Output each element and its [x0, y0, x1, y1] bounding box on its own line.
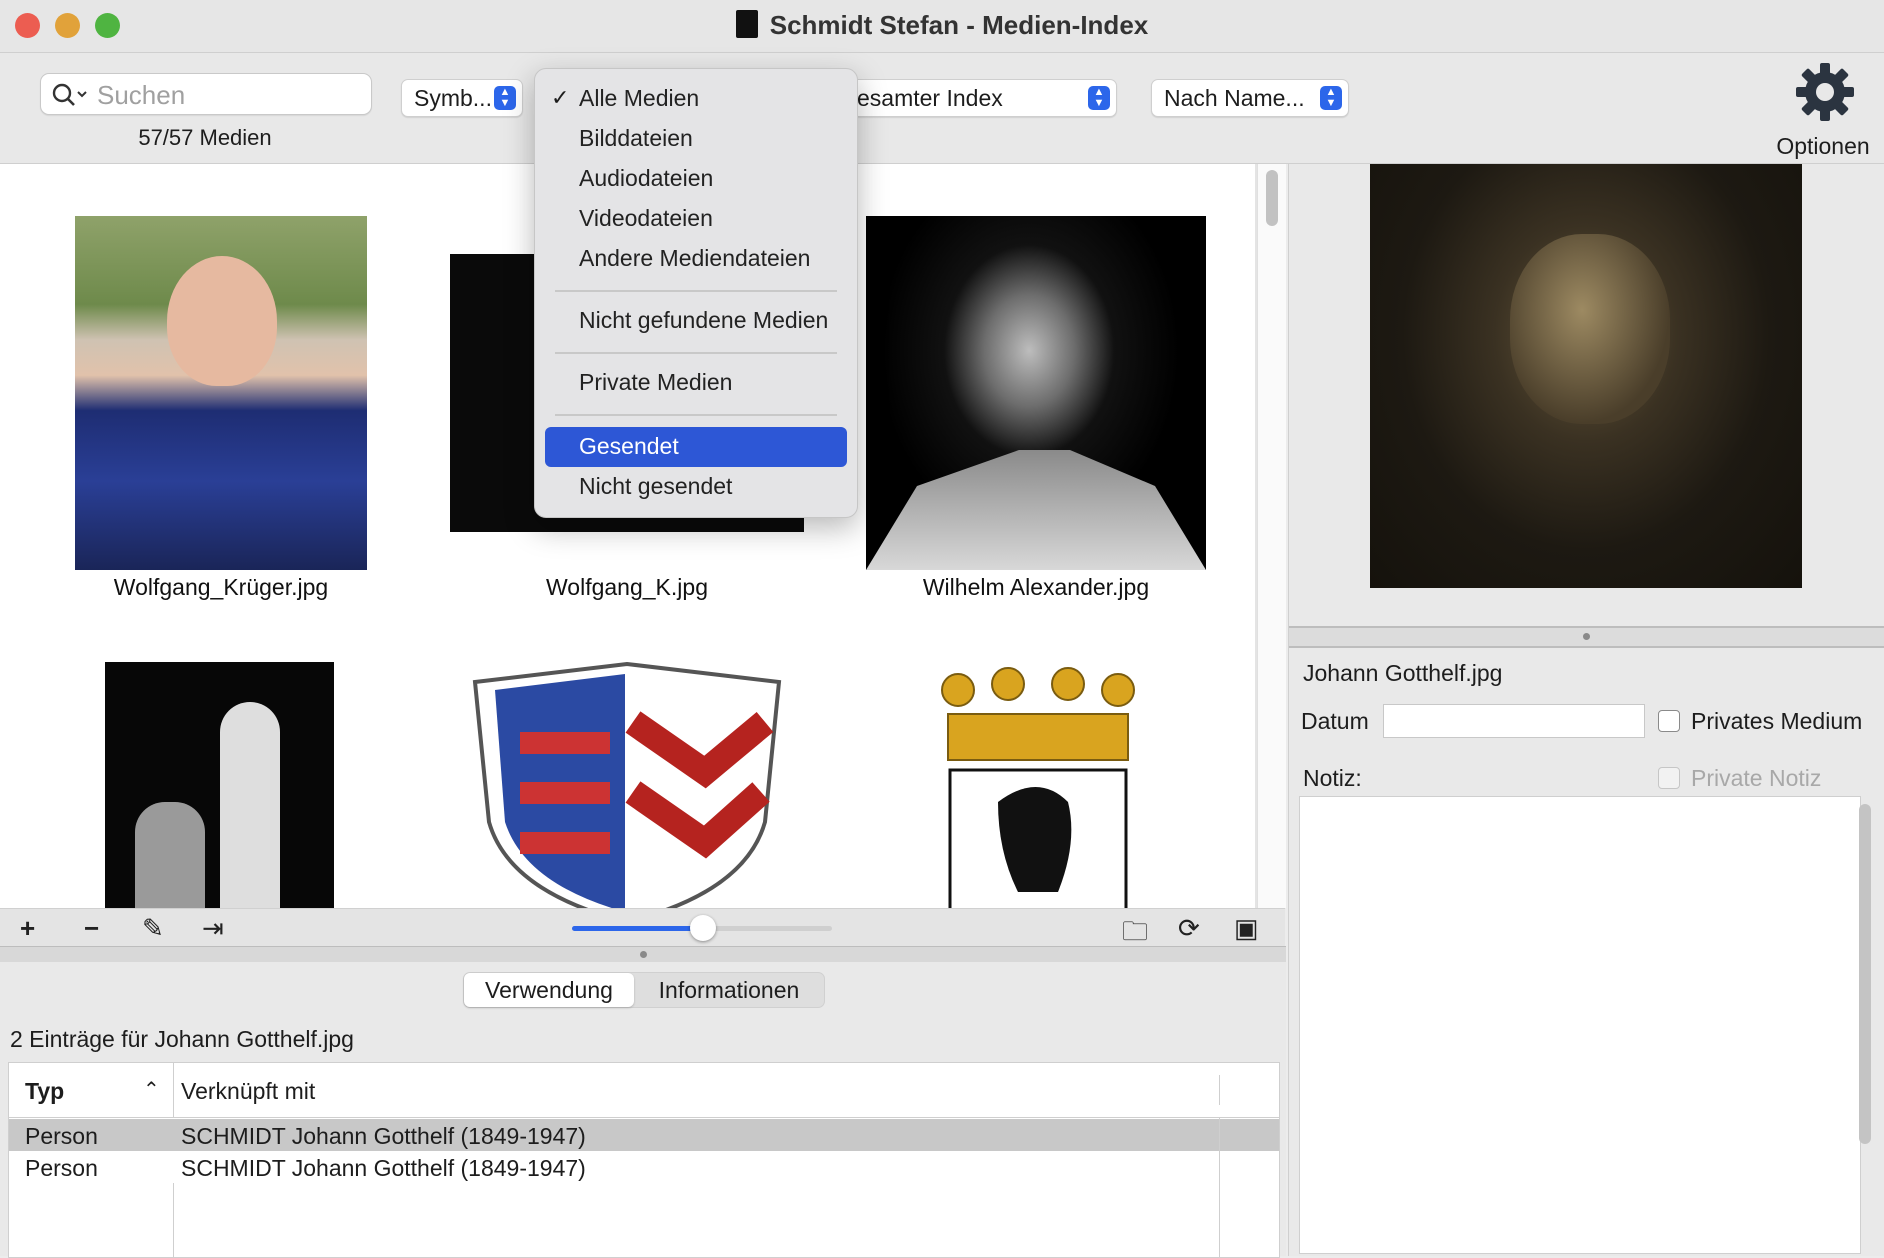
- sort-ascending-icon[interactable]: ⌃: [143, 1077, 160, 1102]
- search-icon: [52, 83, 87, 106]
- toolbar: 57/57 Medien Symb... ▲▼ esamter Index ▲▼…: [0, 53, 1884, 164]
- title-bar: Schmidt Stefan - Medien-Index: [0, 0, 1884, 53]
- preview-face: [1510, 234, 1670, 424]
- view-mode-label: Symb...: [414, 85, 492, 111]
- menu-separator: [555, 352, 837, 354]
- checkmark-icon: ✓: [551, 85, 570, 110]
- refresh-icon[interactable]: ⟳: [1178, 913, 1200, 944]
- remove-icon[interactable]: −: [84, 913, 99, 944]
- menu-item-nicht-gesendet[interactable]: Nicht gesendet: [579, 473, 732, 500]
- detail-splitter[interactable]: [1289, 626, 1884, 648]
- row-linked: SCHMIDT Johann Gotthelf (1849-1947): [181, 1123, 586, 1149]
- options-button[interactable]: Optionen: [1768, 61, 1878, 161]
- menu-item-alle-medien[interactable]: Alle Medien: [579, 85, 699, 112]
- window-title: Schmidt Stefan - Medien-Index: [0, 10, 1884, 41]
- column-divider: [1219, 1075, 1220, 1105]
- row-type: Person: [25, 1155, 98, 1181]
- scope-popup[interactable]: esamter Index ▲ ▼: [820, 79, 1117, 117]
- menu-separator: [555, 414, 837, 416]
- media-thumbnail[interactable]: [928, 662, 1148, 908]
- merge-icon[interactable]: ⇥: [202, 913, 224, 944]
- lower-tabs: Verwendung Informationen: [463, 972, 825, 1008]
- search-field[interactable]: [40, 73, 372, 115]
- splitter-handle: [1583, 633, 1590, 640]
- edit-pencil-icon[interactable]: ✎: [142, 913, 164, 944]
- media-caption: Wolfgang_K.jpg: [546, 574, 708, 600]
- menu-item-andere-mediendateien[interactable]: Andere Mediendateien: [579, 245, 810, 272]
- options-label: Optionen: [1776, 133, 1870, 159]
- menu-item-bilddateien[interactable]: Bilddateien: [579, 125, 693, 152]
- menu-item-private-medien[interactable]: Private Medien: [579, 369, 732, 396]
- menu-separator: [555, 290, 837, 292]
- private-medium-checkbox[interactable]: [1658, 710, 1680, 732]
- sort-popup[interactable]: Nach Name... ▲ ▼: [1151, 79, 1349, 117]
- note-textarea[interactable]: [1299, 796, 1861, 1254]
- slider-fill: [572, 926, 702, 931]
- save-disk-icon[interactable]: ▣: [1234, 913, 1259, 944]
- view-mode-popup[interactable]: Symb... ▲ ▼: [401, 79, 523, 117]
- note-scrollbar[interactable]: [1859, 804, 1871, 1144]
- media-count: 57/57 Medien: [138, 125, 272, 150]
- scope-label: esamter Index: [857, 85, 1003, 111]
- column-divider: [173, 1063, 174, 1117]
- portrait-shirt: [866, 450, 1206, 570]
- private-medium-label: Privates Medium: [1691, 708, 1863, 734]
- figure-standing: [220, 702, 280, 908]
- media-preview: [1370, 164, 1802, 588]
- sort-label: Nach Name...: [1164, 85, 1305, 111]
- media-thumbnail[interactable]: [866, 216, 1206, 570]
- figure-sitting: [135, 802, 205, 908]
- usage-table: Typ ⌃ Verknüpft mit Person SCHMIDT Johan…: [8, 1062, 1280, 1258]
- column-header-linked[interactable]: Verknüpft mit: [181, 1078, 315, 1105]
- table-row[interactable]: Person SCHMIDT Johann Gotthelf (1849-194…: [9, 1151, 1279, 1183]
- scrollbar-thumb[interactable]: [1266, 170, 1278, 226]
- menu-item-videodateien[interactable]: Videodateien: [579, 205, 713, 232]
- note-label: Notiz:: [1303, 765, 1362, 791]
- chevron-updown-icon: ▲ ▼: [1088, 86, 1110, 110]
- window-title-text: Schmidt Stefan - Medien-Index: [769, 10, 1149, 40]
- portrait-face: [167, 256, 277, 386]
- document-icon: [735, 10, 758, 38]
- grid-toolbar: + − ✎ ⇥ 🗀 ⟳ ▣: [0, 908, 1285, 947]
- slider-knob[interactable]: [690, 915, 716, 941]
- menu-item-gesendet[interactable]: Gesendet: [579, 433, 679, 460]
- private-note-label: Private Notiz: [1691, 765, 1822, 791]
- filter-menu: ✓ Alle Medien Bilddateien Audiodateien V…: [534, 68, 858, 518]
- row-linked: SCHMIDT Johann Gotthelf (1849-1947): [181, 1155, 586, 1181]
- grid-scrollbar[interactable]: [1257, 164, 1286, 908]
- chevron-updown-icon: ▲ ▼: [1320, 86, 1342, 110]
- chevron-updown-icon: ▲ ▼: [494, 86, 516, 110]
- column-divider: [173, 1183, 174, 1257]
- thumb-size-slider[interactable]: [572, 915, 832, 941]
- menu-item-nicht-gefundene-medien[interactable]: Nicht gefundene Medien: [579, 307, 828, 334]
- media-caption: Wilhelm Alexander.jpg: [922, 574, 1150, 600]
- date-label: Datum: [1301, 708, 1369, 734]
- detail-filename: Johann Gotthelf.jpg: [1303, 660, 1503, 686]
- menu-item-audiodateien[interactable]: Audiodateien: [579, 165, 713, 192]
- detail-pane: Johann Gotthelf.jpg Datum Privates Mediu…: [1288, 164, 1884, 1256]
- gear-icon: [1796, 63, 1854, 121]
- tab-verwendung[interactable]: Verwendung: [464, 973, 634, 1007]
- splitter-handle: [640, 951, 647, 958]
- column-divider: [1219, 1117, 1220, 1257]
- media-thumbnail[interactable]: [465, 662, 789, 908]
- private-note-checkbox[interactable]: [1658, 767, 1680, 789]
- media-thumbnail[interactable]: [75, 216, 367, 570]
- table-header: Typ ⌃ Verknüpft mit: [9, 1063, 1279, 1118]
- column-header-typ[interactable]: Typ: [25, 1078, 64, 1105]
- media-caption: Wolfgang_Krüger.jpg: [113, 574, 329, 600]
- media-thumbnail[interactable]: [105, 662, 334, 908]
- usage-summary: 2 Einträge für Johann Gotthelf.jpg: [10, 1026, 354, 1052]
- search-input[interactable]: [95, 80, 359, 110]
- table-row[interactable]: Person SCHMIDT Johann Gotthelf (1849-194…: [9, 1119, 1279, 1151]
- add-icon[interactable]: +: [20, 913, 35, 944]
- tab-informationen[interactable]: Informationen: [639, 973, 819, 1007]
- date-field[interactable]: [1383, 704, 1645, 738]
- row-type: Person: [25, 1123, 98, 1149]
